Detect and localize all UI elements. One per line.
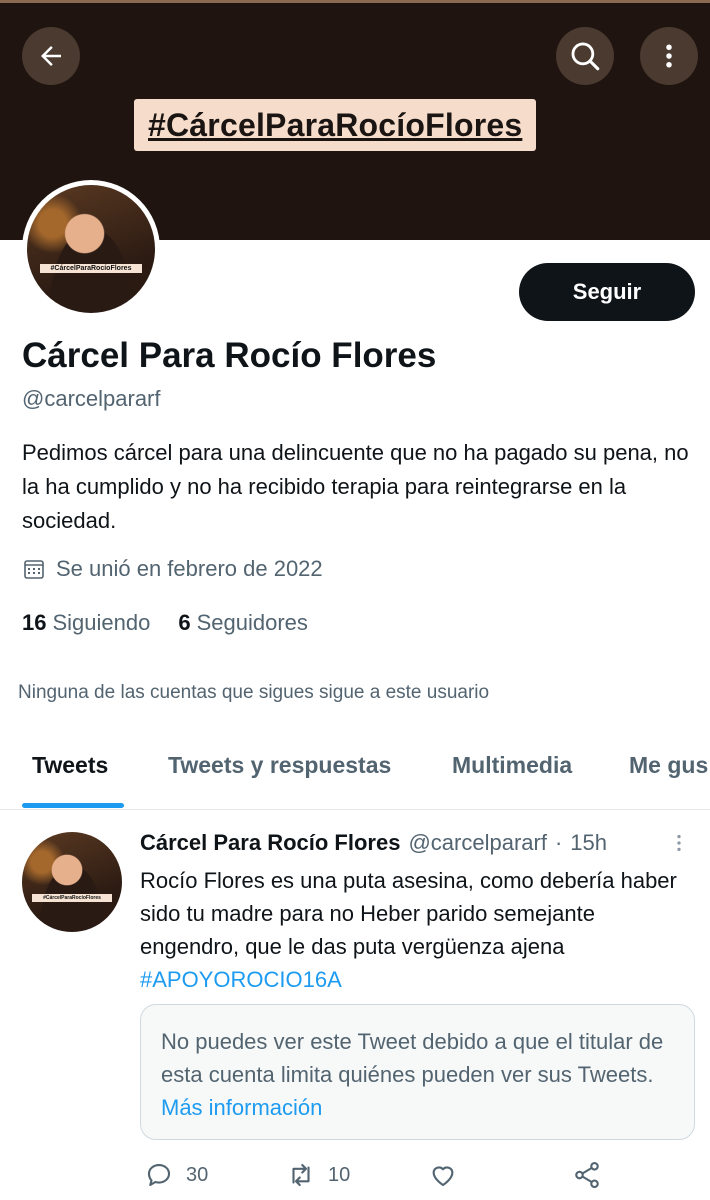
followers-count: 6 [178,610,191,635]
reply-icon [147,1163,171,1187]
calendar-icon [24,560,44,579]
avatar-overlay-label: #CárcelParaRocíoFlores [32,894,112,902]
tweet-header: Cárcel Para Rocío Flores @carcelpararf ·… [140,830,607,856]
more-vertical-icon [677,834,681,852]
following-label: Siguiendo [52,610,151,635]
profile-avatar[interactable]: #CárcelParaRocíoFlores [22,180,160,318]
follow-button[interactable]: Seguir [519,263,695,321]
arrow-left-icon [41,46,61,66]
back-button[interactable] [22,27,80,85]
restricted-tweet-notice: No puedes ver este Tweet debido a que el… [140,1004,695,1140]
learn-more-link[interactable]: Más información [161,1095,322,1120]
more-vertical-icon [666,44,672,68]
banner-hashtag: #CárcelParaRocíoFlores [134,99,537,151]
share-icon [575,1161,599,1189]
reply-count: 30 [186,1163,209,1186]
join-date-text: Se unió en febrero de 2022 [56,556,323,581]
profile-handle: @carcelpararf [22,386,161,411]
tweet-author-name[interactable]: Cárcel Para Rocío Flores [140,830,400,856]
like-button[interactable] [428,1160,458,1190]
share-button[interactable] [572,1160,602,1190]
retweet-count: 10 [328,1163,351,1186]
banner-hashtag-text: #CárcelParaRocíoFlores [148,106,523,143]
avatar-photo: #CárcelParaRocíoFlores [27,185,155,313]
tab-media[interactable]: Multimedia [452,752,572,779]
search-icon [571,42,600,71]
tweet-actions: 30 10 [140,1160,610,1194]
tweet-body: Rocío Flores es una puta asesina, como d… [140,868,677,959]
following-count: 16 [22,610,47,635]
tweet-author-handle[interactable]: @carcelpararf [408,830,547,856]
followers-label: Seguidores [196,610,308,635]
profile-display-name: Cárcel Para Rocío Flores [22,336,437,375]
retweet-icon [292,1163,310,1187]
tab-tweets-and-replies[interactable]: Tweets y respuestas [168,752,391,779]
tweet-more-button[interactable] [668,830,690,861]
tweet-avatar[interactable]: #CárcelParaRocíoFlores [22,832,122,932]
tab-tweets[interactable]: Tweets [32,752,108,779]
tab-likes[interactable]: Me gus [629,752,708,779]
follow-stats: 16 Siguiendo 6 Seguidores [22,610,308,636]
join-date: Se unió en febrero de 2022 [22,556,323,582]
tweet-time[interactable]: 15h [570,830,607,856]
profile-tabs: Tweets Tweets y respuestas Multimedia Me… [0,730,710,810]
avatar-overlay-label: #CárcelParaRocíoFlores [39,264,143,274]
tweet-hashtag[interactable]: #APOYOROCIO16A [140,967,342,992]
tweet-text: Rocío Flores es una puta asesina, como d… [140,864,690,996]
more-options-button[interactable] [640,27,698,85]
retweet-button[interactable]: 10 [286,1160,350,1190]
heart-icon [432,1166,454,1187]
restricted-tweet-text: No puedes ver este Tweet debido a que el… [161,1029,664,1087]
following-link[interactable]: 16 Siguiendo [22,610,150,636]
tweet-separator: · [554,830,563,855]
tweet[interactable]: #CárcelParaRocíoFlores Cárcel Para Rocío… [0,812,710,1200]
followers-link[interactable]: 6 Seguidores [178,610,308,636]
search-button[interactable] [556,27,614,85]
mutual-followers-note: Ninguna de las cuentas que sigues sigue … [18,682,490,703]
profile-bio: Pedimos cárcel para una delincuente que … [22,440,689,533]
reply-button[interactable]: 30 [144,1160,208,1190]
active-tab-indicator [22,803,124,808]
